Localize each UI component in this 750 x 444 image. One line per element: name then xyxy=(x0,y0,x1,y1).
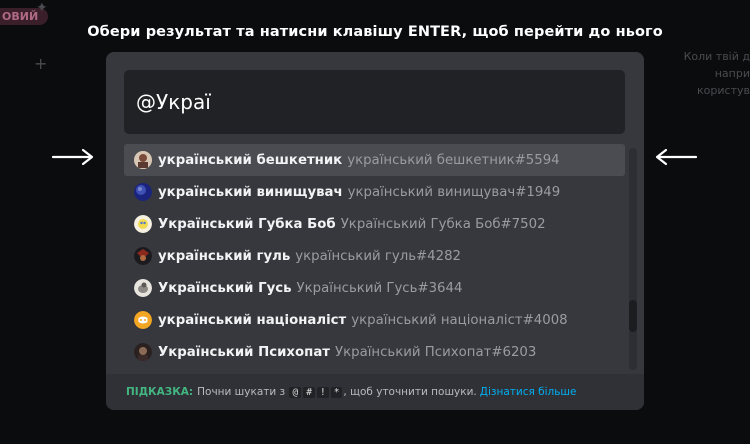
avatar-sponge-icon xyxy=(134,215,152,233)
learn-more-link[interactable]: Дізнатися більше xyxy=(480,386,577,398)
quick-switcher-screen: ОВИЙ ✦ + Коли твій д напри користув Обер… xyxy=(0,0,750,444)
quick-switcher-modal: @Украї український бешкетник український… xyxy=(106,52,644,410)
avatar-default-icon xyxy=(134,311,152,329)
result-item[interactable]: Український Гусь Український Гусь#3644 xyxy=(124,272,625,304)
avatar-bandit-icon xyxy=(134,151,152,169)
search-input[interactable]: @Украї xyxy=(124,70,625,134)
hint-label: ПІДКАЗКА: xyxy=(126,386,194,398)
switcher-title: Обери результат та натисни клавішу ENTER… xyxy=(87,24,663,40)
arrow-left-icon xyxy=(655,148,698,166)
avatar-globe-icon xyxy=(134,183,152,201)
key-hash: # xyxy=(303,386,315,398)
key-star: * xyxy=(330,386,343,398)
arrow-right-icon xyxy=(51,148,94,166)
result-item[interactable]: український винищувач український винищу… xyxy=(124,176,625,208)
result-item[interactable]: Український Губка Боб Український Губка … xyxy=(124,208,625,240)
results-scrollbar-thumb[interactable] xyxy=(629,300,637,332)
hint-text-start: Почни шукати з xyxy=(197,386,286,398)
avatar-psycho-icon xyxy=(134,343,152,361)
avatar-ghoul-icon xyxy=(134,247,152,265)
add-icon: + xyxy=(34,54,48,73)
result-item[interactable]: український гуль український гуль#4282 xyxy=(124,240,625,272)
hint-text-end: , щоб уточнити пошуки. xyxy=(343,386,477,398)
key-bang: ! xyxy=(316,386,329,398)
result-item[interactable]: Український Психопат Український Психопа… xyxy=(124,336,625,368)
results-scrollbar-track[interactable] xyxy=(629,148,637,370)
sparkle-icon: ✦ xyxy=(36,0,48,16)
hint-footer: ПІДКАЗКА: Почни шукати з @ # ! * , щоб у… xyxy=(106,374,644,410)
avatar-goose-icon xyxy=(134,279,152,297)
key-at: @ xyxy=(289,386,302,398)
result-item[interactable]: український бешкетник український бешкет… xyxy=(124,144,625,176)
results-list: український бешкетник український бешкет… xyxy=(124,144,644,374)
result-item[interactable]: український націоналіст український наці… xyxy=(124,304,625,336)
background-side-text: Коли твій д напри користув xyxy=(683,50,750,97)
